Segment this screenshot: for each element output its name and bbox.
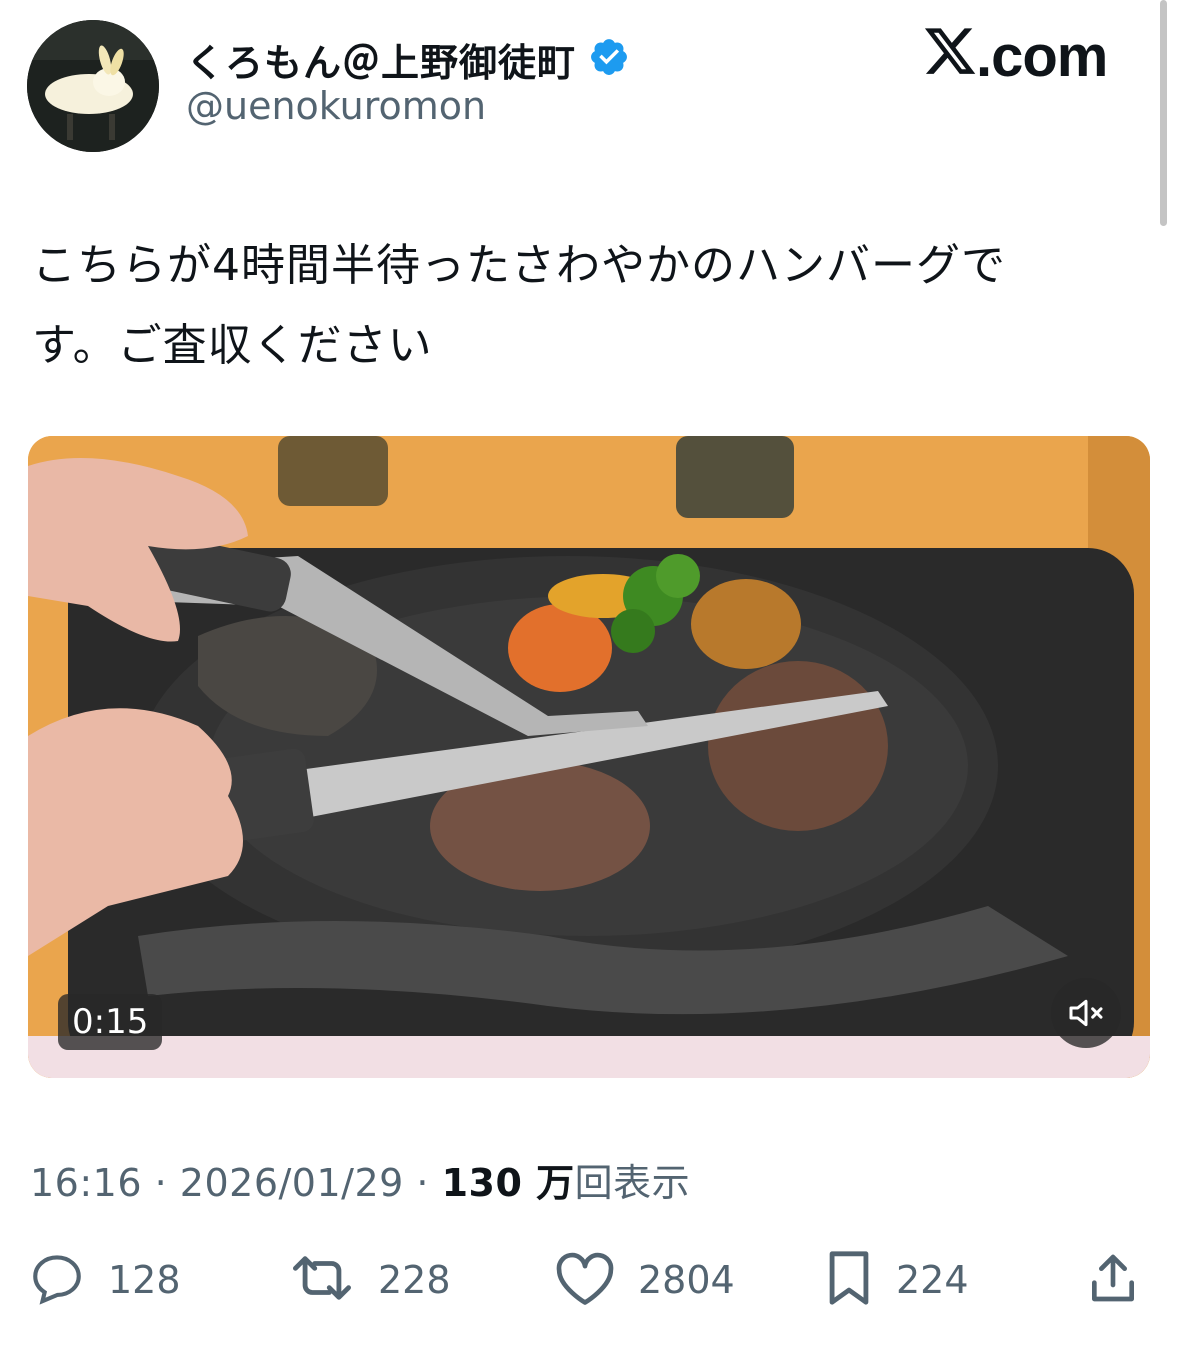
views-label: 回表示 [574, 1161, 691, 1205]
video-frame [28, 436, 1150, 1078]
tweet-text: こちらが4時間半待ったさわやかのハンバーグで す。ご査収ください [32, 226, 1112, 386]
bookmark-icon [824, 1249, 874, 1311]
tweet-text-line-2: す。ご査収ください [32, 320, 433, 371]
views-count: 130 万 [441, 1161, 575, 1205]
action-bar: 128 228 2804 224 [0, 1240, 1179, 1320]
verified-badge-icon [588, 36, 630, 82]
like-count: 2804 [638, 1258, 735, 1302]
handle[interactable]: @uenokuromon [186, 84, 486, 128]
reply-button[interactable]: 128 [28, 1240, 181, 1320]
retweet-button[interactable]: 228 [288, 1240, 451, 1320]
share-button[interactable] [1085, 1240, 1141, 1320]
tweet-meta: 16:16 · 2026/01/29 · 130 万回表示 [30, 1152, 690, 1207]
retweet-count: 228 [378, 1258, 451, 1302]
meta-separator: · [154, 1161, 168, 1205]
like-button[interactable]: 2804 [554, 1240, 735, 1320]
video-player[interactable]: 0:15 [28, 436, 1150, 1078]
mute-button[interactable] [1051, 978, 1121, 1048]
reply-count: 128 [108, 1258, 181, 1302]
scrollbar[interactable] [1160, 0, 1167, 226]
bookmark-button[interactable]: 224 [824, 1240, 969, 1320]
meta-separator: · [416, 1161, 430, 1205]
display-name[interactable]: くろもん＠上野御徒町 [186, 32, 630, 87]
x-logo-domain: .com [976, 23, 1108, 89]
speaker-muted-icon [1066, 993, 1106, 1033]
retweet-icon [288, 1249, 356, 1311]
tweet-date[interactable]: 2026/01/29 [180, 1161, 404, 1205]
bookmark-count: 224 [896, 1258, 969, 1302]
avatar[interactable] [27, 20, 159, 152]
display-name-text[interactable]: くろもん＠上野御徒町 [186, 32, 576, 87]
reply-icon [28, 1249, 86, 1311]
share-icon [1085, 1249, 1141, 1311]
x-logo-icon [922, 28, 978, 84]
video-duration: 0:15 [58, 994, 163, 1050]
avatar-image [27, 20, 159, 152]
heart-icon [554, 1249, 616, 1311]
tweet-time[interactable]: 16:16 [30, 1161, 142, 1205]
x-logo[interactable]: .com [922, 24, 1108, 89]
tweet-text-line-1: こちらが4時間半待ったさわやかのハンバーグで [32, 240, 1006, 291]
